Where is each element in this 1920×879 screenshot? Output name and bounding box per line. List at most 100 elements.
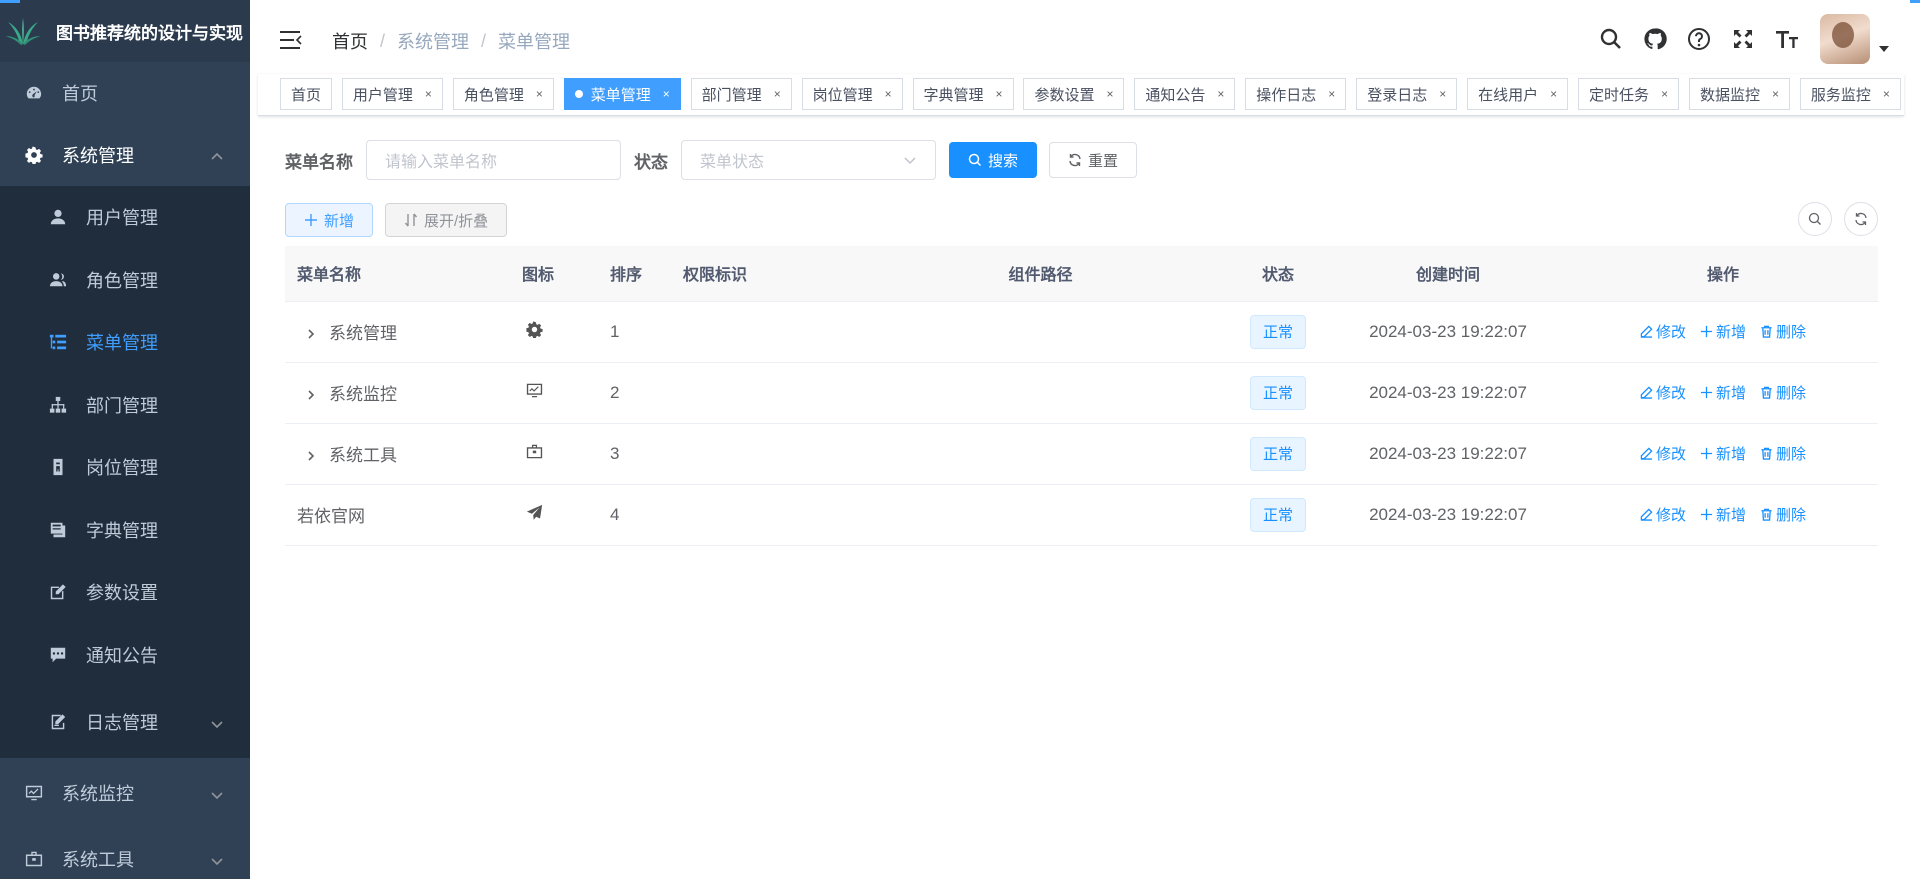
sidebar-item-monitor[interactable]: 系统监控 (0, 758, 250, 828)
edit-button[interactable]: 修改 (1640, 504, 1686, 525)
logo[interactable]: 图书推荐统的设计与实现 (0, 0, 250, 62)
expand-arrow-icon[interactable] (305, 325, 319, 339)
close-icon[interactable]: × (885, 87, 892, 101)
menu-name-cell: 系统监控 (329, 385, 397, 404)
tag-post[interactable]: 岗位管理 × (801, 78, 903, 110)
menu-name-input[interactable]: 请输入菜单名称 (366, 140, 621, 180)
fullscreen-icon[interactable] (1730, 26, 1756, 52)
close-icon[interactable]: × (1328, 87, 1335, 101)
tag-online[interactable]: 在线用户 × (1467, 78, 1569, 110)
hamburger-icon[interactable] (280, 30, 302, 50)
question-icon[interactable] (1686, 26, 1712, 52)
delete-button[interactable]: 删除 (1760, 382, 1806, 403)
tag-operlog[interactable]: 操作日志 × (1245, 78, 1347, 110)
edit-icon (1640, 508, 1653, 521)
message-icon (48, 645, 68, 665)
expand-arrow-icon[interactable] (305, 386, 319, 400)
close-icon[interactable]: × (536, 87, 543, 101)
sidebar-item-post[interactable]: 岗位管理 (0, 436, 250, 499)
add-child-button[interactable]: 新增 (1700, 382, 1746, 403)
sidebar-item-tools[interactable]: 系统工具 (0, 828, 250, 879)
close-icon[interactable]: × (1106, 87, 1113, 101)
reset-button-label: 重置 (1088, 152, 1119, 170)
add-button[interactable]: 新增 (285, 203, 374, 237)
delete-button[interactable]: 删除 (1760, 321, 1806, 342)
tag-dict[interactable]: 字典管理 × (912, 78, 1014, 110)
tag-server[interactable]: 服务监控 × (1799, 78, 1901, 110)
dashboard-icon (24, 83, 44, 103)
plus-icon (1700, 325, 1713, 338)
search-button[interactable]: 搜索 (949, 142, 1038, 178)
close-icon[interactable]: × (663, 87, 670, 101)
add-child-button[interactable]: 新增 (1700, 321, 1746, 342)
sidebar-item-label: 岗位管理 (86, 458, 158, 479)
tag-notice[interactable]: 通知公告 × (1134, 78, 1236, 110)
sidebar-item-home[interactable]: 首页 (0, 62, 250, 124)
add-child-button[interactable]: 新增 (1700, 504, 1746, 525)
toggle-search-button[interactable] (1798, 202, 1832, 236)
close-icon[interactable]: × (774, 87, 781, 101)
tag-job[interactable]: 定时任务 × (1578, 78, 1680, 110)
add-child-button[interactable]: 新增 (1700, 443, 1746, 464)
right-toolbar (1786, 202, 1878, 236)
breadcrumb-item-home[interactable]: 首页 (332, 28, 368, 54)
system-submenu: 用户管理 角色管理 菜单管理 部门管理 岗位管理 字典管理 参数设置 通知公告 (0, 186, 250, 758)
close-icon[interactable]: × (1217, 87, 1224, 101)
sidebar-item-dept[interactable]: 部门管理 (0, 374, 250, 437)
perm-cell (683, 484, 853, 546)
created-time-cell: 2024-03-23 19:22:07 (1328, 362, 1568, 424)
sidebar-item-notice[interactable]: 通知公告 (0, 624, 250, 687)
sidebar-item-user[interactable]: 用户管理 (0, 186, 250, 249)
close-icon[interactable]: × (1883, 87, 1890, 101)
order-cell: 1 (610, 301, 683, 363)
status-select[interactable]: 菜单状态 (681, 140, 936, 180)
refresh-icon (1855, 212, 1867, 226)
tag-home[interactable]: 首页 (280, 78, 333, 110)
gear-icon (518, 301, 610, 363)
sidebar-item-label: 部门管理 (86, 395, 158, 416)
perm-cell (683, 301, 853, 363)
search-icon[interactable] (1598, 26, 1624, 52)
sidebar-item-dict[interactable]: 字典管理 (0, 499, 250, 562)
edit-button[interactable]: 修改 (1640, 443, 1686, 464)
delete-button[interactable]: 删除 (1760, 504, 1806, 525)
edit-button[interactable]: 修改 (1640, 382, 1686, 403)
delete-button[interactable]: 删除 (1760, 443, 1806, 464)
menu-name-label: 菜单名称 (285, 152, 353, 172)
reset-button[interactable]: 重置 (1049, 142, 1138, 178)
close-icon[interactable]: × (1661, 87, 1668, 101)
breadcrumb-item-system: 系统管理 (397, 32, 470, 52)
sidebar-item-config[interactable]: 参数设置 (0, 561, 250, 624)
dict-icon (48, 520, 68, 540)
caret-down-icon[interactable] (1878, 43, 1890, 55)
expand-arrow-icon[interactable] (305, 447, 319, 461)
tag-role[interactable]: 角色管理 × (452, 78, 554, 110)
edit-button[interactable]: 修改 (1640, 321, 1686, 342)
tag-druid[interactable]: 数据监控 × (1688, 78, 1790, 110)
toolbox-icon (518, 423, 610, 485)
sidebar-item-system[interactable]: 系统管理 (0, 124, 250, 186)
tag-logininfor[interactable]: 登录日志 × (1356, 78, 1458, 110)
tag-menu[interactable]: 菜单管理 × (563, 78, 681, 110)
avatar[interactable] (1820, 14, 1870, 64)
close-icon[interactable]: × (996, 87, 1003, 101)
sidebar-item-log[interactable]: 日志管理 (0, 686, 250, 758)
tag-config[interactable]: 参数设置 × (1023, 78, 1125, 110)
search-icon (1808, 212, 1821, 225)
toolbar: 新增 展开/折叠 (285, 203, 508, 237)
sidebar-item-role[interactable]: 角色管理 (0, 249, 250, 312)
close-icon[interactable]: × (1439, 87, 1446, 101)
tag-dept[interactable]: 部门管理 × (690, 78, 792, 110)
close-icon[interactable]: × (1550, 87, 1557, 101)
expand-collapse-button[interactable]: 展开/折叠 (385, 203, 508, 237)
github-icon[interactable] (1642, 26, 1668, 52)
tag-user[interactable]: 用户管理 × (341, 78, 443, 110)
refresh-button[interactable] (1844, 202, 1878, 236)
font-size-icon[interactable] (1774, 26, 1800, 52)
close-icon[interactable]: × (1772, 87, 1779, 101)
sidebar-item-label: 通知公告 (86, 645, 158, 666)
close-icon[interactable]: × (425, 87, 432, 101)
tag-label: 角色管理 (463, 86, 524, 104)
tag-label: 在线用户 (1478, 86, 1539, 104)
sidebar-item-menu[interactable]: 菜单管理 (0, 311, 250, 374)
